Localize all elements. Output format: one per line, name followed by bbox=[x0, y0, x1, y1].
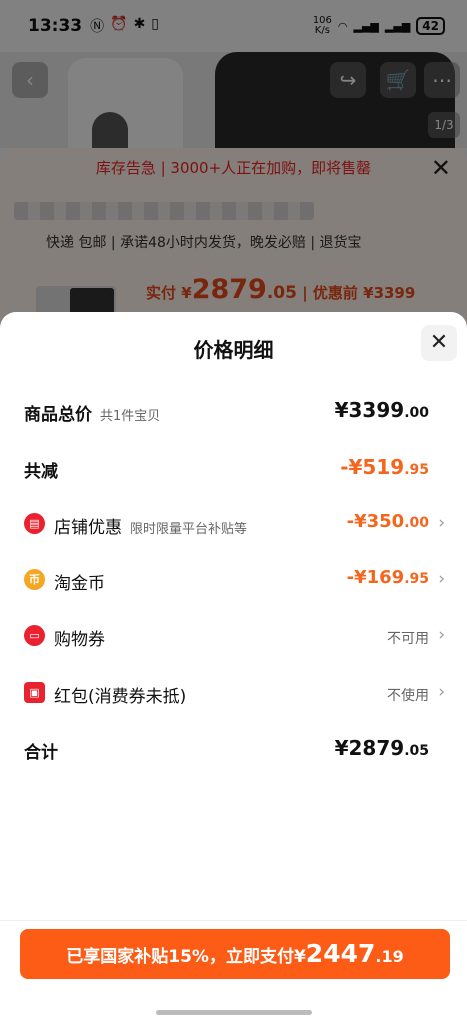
shopping-coupon-label: 购物券 bbox=[54, 630, 105, 650]
pay-button-amount: 2447 bbox=[305, 939, 376, 968]
close-button[interactable]: ✕ bbox=[421, 325, 457, 361]
row-red-packet[interactable]: ▣ 红包(消费券未抵) 不使用 › bbox=[0, 674, 467, 714]
red-packet-icon: ▣ bbox=[24, 682, 45, 703]
store-discount-note: 限时限量平台补贴等 bbox=[130, 522, 248, 537]
taojinbi-value: -¥169.95 bbox=[346, 567, 429, 588]
bottom-divider bbox=[0, 920, 467, 921]
pay-now-button[interactable]: 已享国家补贴15%，立即支付¥2447.19 bbox=[20, 929, 450, 979]
chevron-right-icon: › bbox=[438, 513, 445, 533]
shopping-coupon-status: 不可用 bbox=[387, 631, 429, 647]
row-subtotal: 商品总价 共1件宝贝 ¥3399.00 bbox=[0, 392, 467, 432]
store-icon: ▤ bbox=[24, 513, 45, 534]
sheet-title: 价格明细 bbox=[193, 338, 274, 362]
total-discount-value: -¥519.95 bbox=[340, 455, 429, 479]
row-taojinbi[interactable]: 币 淘金币 -¥169.95 › bbox=[0, 561, 467, 601]
red-packet-status: 不使用 bbox=[387, 688, 429, 704]
row-total-discount: 共减 -¥519.95 bbox=[0, 449, 467, 489]
subtotal-label: 商品总价 共1件宝贝 bbox=[24, 405, 161, 425]
total-value: ¥2879.05 bbox=[334, 736, 429, 760]
chevron-right-icon: › bbox=[438, 569, 445, 589]
row-shopping-coupon[interactable]: ▭ 购物券 不可用 › bbox=[0, 617, 467, 657]
store-discount-label: 店铺优惠 限时限量平台补贴等 bbox=[54, 518, 248, 538]
pay-button-text: 已享国家补贴15%，立即支付 bbox=[66, 947, 294, 967]
pay-button-symbol: ¥ bbox=[293, 947, 306, 967]
coupon-icon: ▭ bbox=[24, 625, 45, 646]
chevron-right-icon: › bbox=[438, 682, 445, 702]
chevron-right-icon: › bbox=[438, 625, 445, 645]
pay-button-cents: .19 bbox=[375, 947, 404, 966]
subtotal-value: ¥3399.00 bbox=[334, 398, 429, 422]
red-packet-label: 红包(消费券未抵) bbox=[54, 687, 187, 707]
coin-icon: 币 bbox=[24, 569, 45, 590]
total-discount-label: 共减 bbox=[24, 462, 58, 482]
total-label: 合计 bbox=[24, 743, 58, 763]
home-indicator[interactable] bbox=[156, 1010, 312, 1015]
row-total: 合计 ¥2879.05 bbox=[0, 730, 467, 770]
taojinbi-label: 淘金币 bbox=[54, 574, 105, 594]
store-discount-value: -¥350.00 bbox=[346, 511, 429, 532]
row-store-discount[interactable]: ▤ 店铺优惠 限时限量平台补贴等 -¥350.00 › bbox=[0, 505, 467, 545]
subtotal-count: 共1件宝贝 bbox=[100, 409, 161, 424]
